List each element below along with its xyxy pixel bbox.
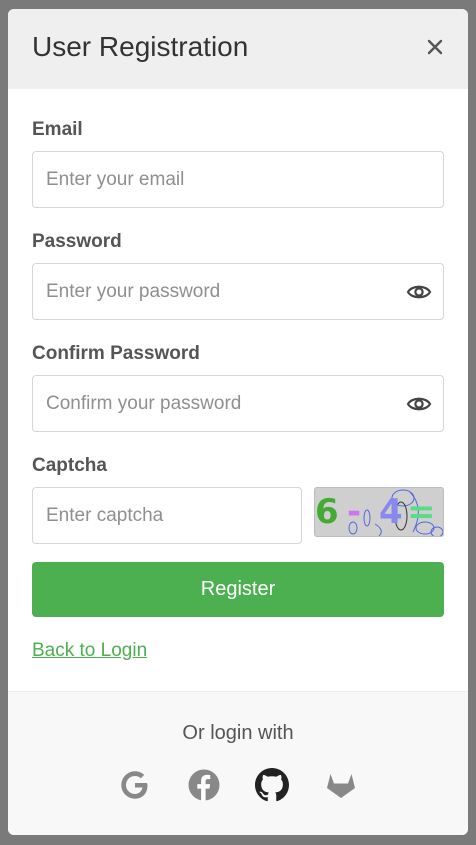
registration-modal: User Registration Email Password Confirm… xyxy=(8,9,468,835)
modal-title: User Registration xyxy=(32,31,249,62)
github-login-button[interactable] xyxy=(255,768,289,802)
gitlab-icon xyxy=(327,774,355,798)
social-login-footer: Or login with xyxy=(8,691,468,835)
password-field-wrapper xyxy=(32,263,444,320)
social-login-text: Or login with xyxy=(182,722,294,744)
captcha-field-wrapper xyxy=(32,487,302,544)
captcha-text: 6 - 4 = xyxy=(315,492,436,532)
gitlab-login-button[interactable] xyxy=(324,768,358,802)
captcha-input[interactable] xyxy=(46,488,286,543)
confirm-password-label: Confirm Password xyxy=(32,343,200,364)
modal-header: User Registration xyxy=(8,9,468,89)
password-label: Password xyxy=(32,231,122,252)
facebook-login-button[interactable] xyxy=(187,768,221,802)
confirm-password-field-wrapper xyxy=(32,375,444,432)
eye-icon xyxy=(406,397,432,411)
email-field-wrapper xyxy=(32,151,444,208)
facebook-icon xyxy=(188,769,220,801)
captcha-image-text: 6 - 4 = xyxy=(443,488,444,489)
google-login-button[interactable] xyxy=(118,768,152,802)
captcha-label: Captcha xyxy=(32,455,107,476)
password-input[interactable] xyxy=(46,264,386,319)
email-input[interactable] xyxy=(46,152,386,207)
confirm-password-visibility-toggle[interactable] xyxy=(406,391,432,417)
email-label: Email xyxy=(32,119,83,140)
eye-icon xyxy=(406,285,432,299)
password-visibility-toggle[interactable] xyxy=(406,279,432,305)
google-icon xyxy=(121,771,148,799)
captcha-image[interactable]: 6 - 4 = 6 - 4 = xyxy=(314,487,444,537)
register-button[interactable]: Register xyxy=(32,562,444,617)
back-to-login-link[interactable]: Back to Login xyxy=(32,640,147,662)
close-button[interactable] xyxy=(424,36,446,58)
close-icon xyxy=(427,39,443,55)
github-icon xyxy=(255,768,289,802)
confirm-password-input[interactable] xyxy=(46,376,386,431)
